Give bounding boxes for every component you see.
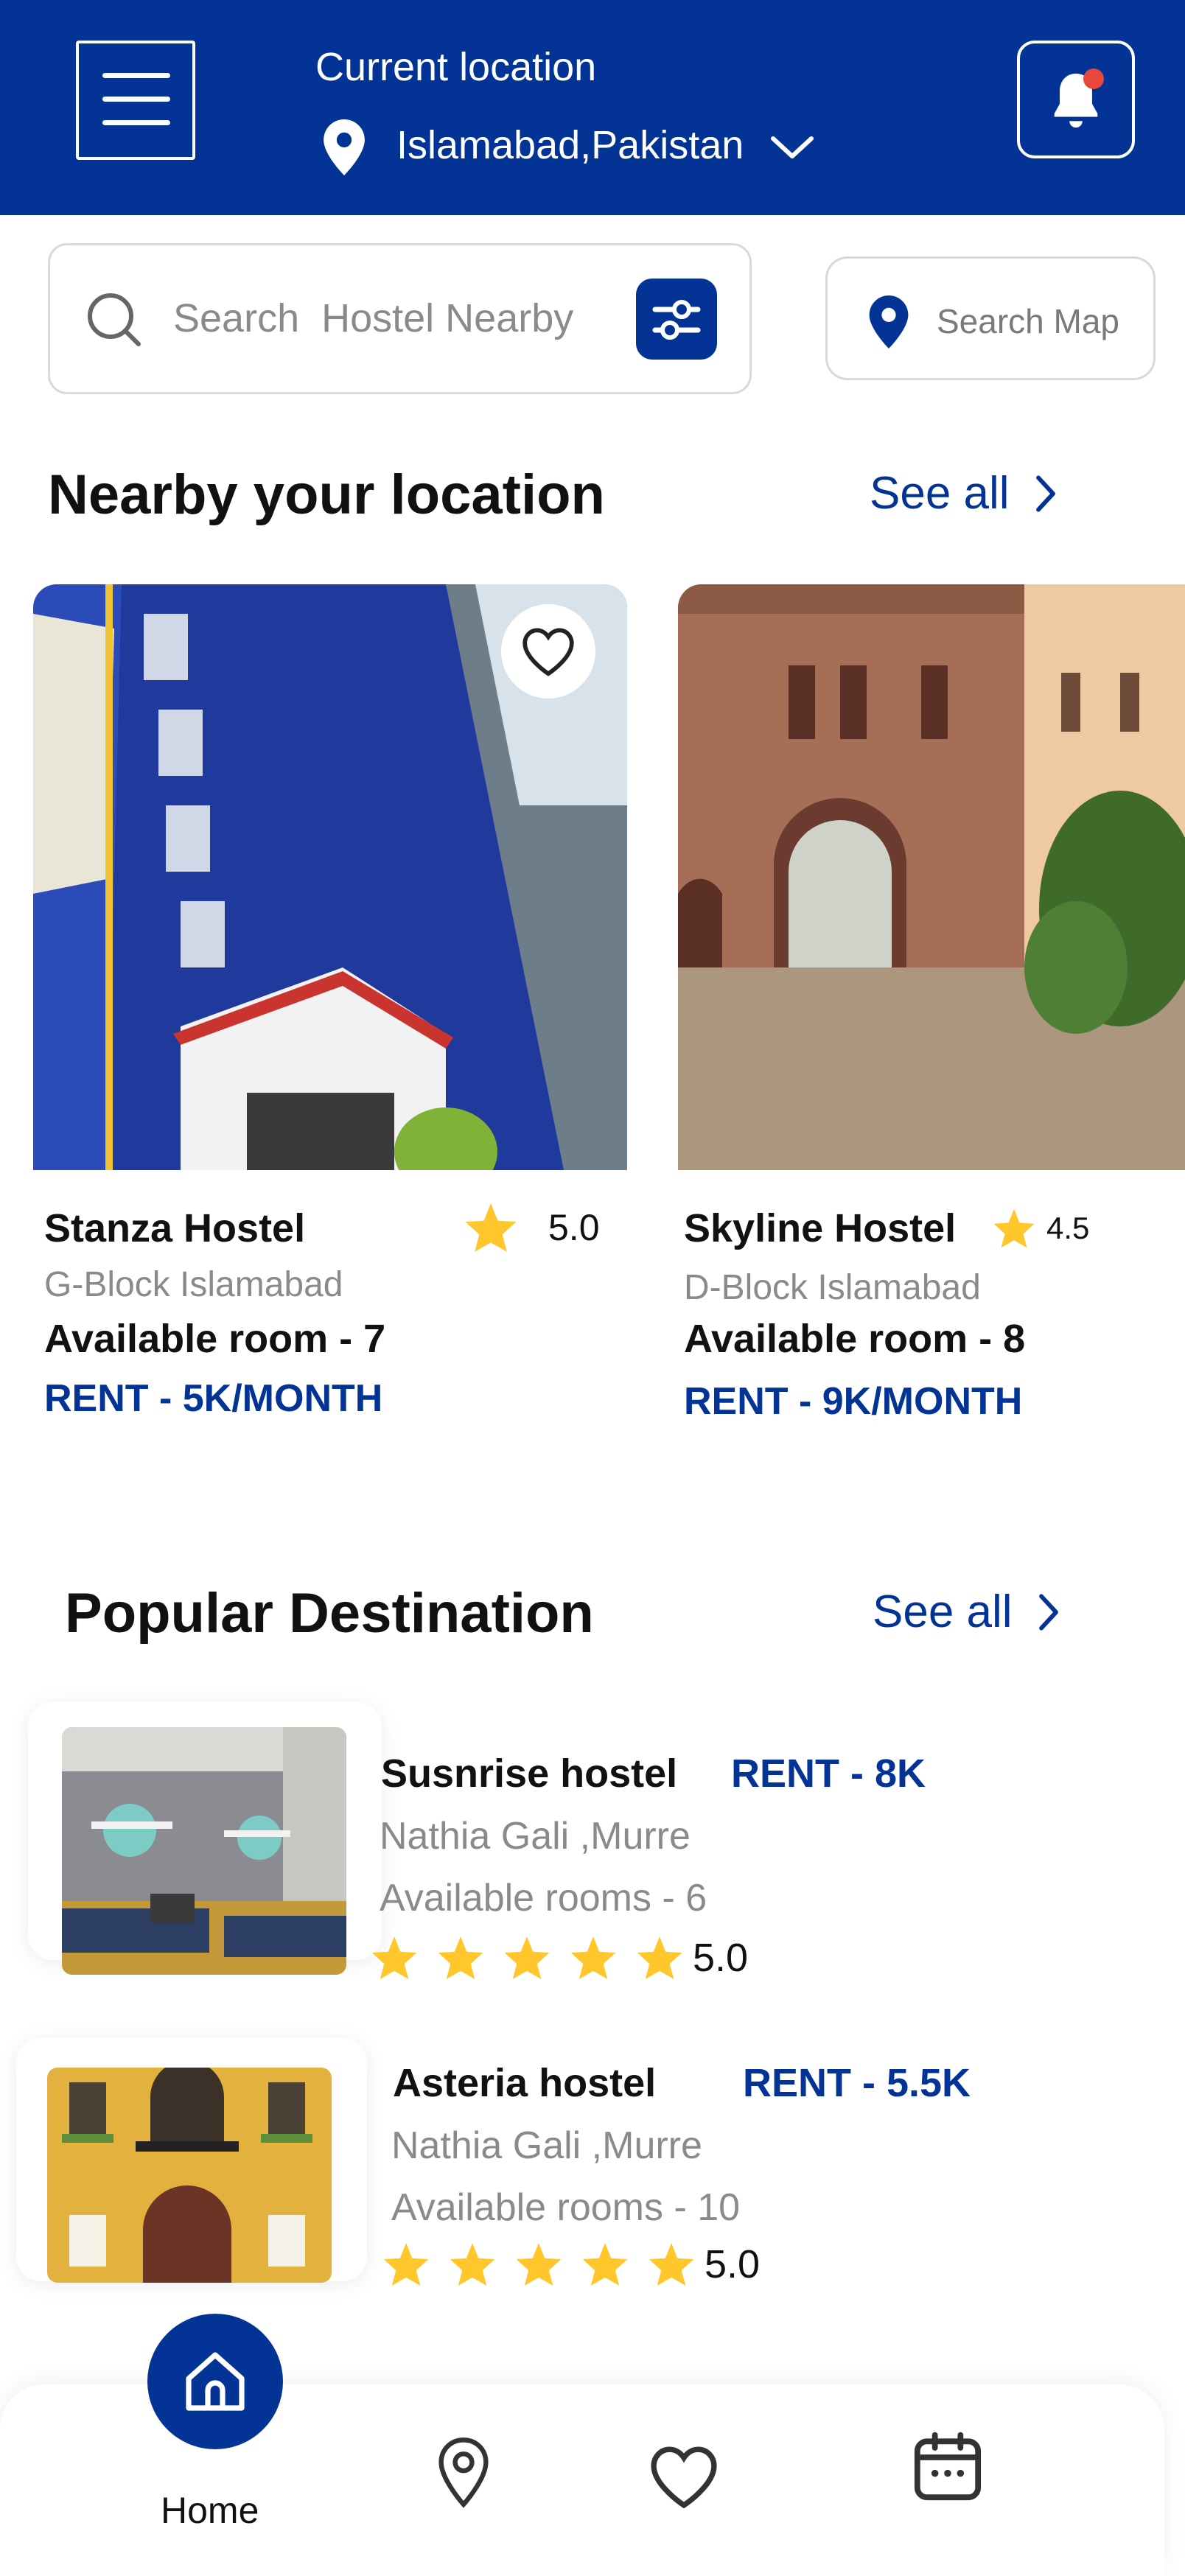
hostel-available-rooms: Available room - 8 [684,1317,1026,1361]
star-icon [993,1208,1035,1248]
hostel-name[interactable]: Skyline Hostel [684,1205,956,1251]
popular-section-title: Popular Destination [65,1582,594,1645]
destination-rent: RENT - 8K [731,1751,926,1796]
search-bar[interactable]: Search Hostel Nearby [48,243,752,394]
destination-thumbnail[interactable] [62,1727,346,1975]
destination-available-rooms: Available rooms - 6 [380,1877,707,1919]
favorite-button[interactable] [501,604,595,699]
calendar-icon[interactable] [909,2429,986,2505]
filter-button[interactable] [636,279,717,360]
location-pin-icon[interactable] [430,2436,497,2510]
location-pin-icon [869,295,909,349]
see-all-label: See all [873,1586,1013,1637]
star-icon [438,1936,483,1979]
current-location-label: Current location [315,45,597,89]
current-location-value: Islamabad,Pakistan [396,123,744,167]
hostel-address: G-Block Islamabad [44,1265,343,1304]
see-all-label: See all [870,468,1010,519]
destination-available-rooms: Available rooms - 10 [391,2186,741,2229]
destination-rent: RENT - 5.5K [743,2061,971,2105]
hostel-rating: 5.0 [463,1201,600,1254]
heart-icon[interactable] [647,2443,721,2510]
nearby-see-all-link[interactable]: See all [870,467,1057,519]
destination-rating: 5.0 [382,2240,760,2289]
location-selector[interactable]: Islamabad,Pakistan [321,118,816,177]
notifications-button[interactable] [1017,41,1135,158]
nav-home-button[interactable] [147,2314,283,2449]
star-icon [637,1936,682,1979]
star-icon [450,2243,495,2286]
chevron-right-icon [1035,475,1055,512]
chevron-down-icon [771,136,814,158]
menu-button[interactable] [76,41,195,160]
star-icon [504,1936,550,1979]
search-input[interactable]: Search Hostel Nearby [173,295,573,341]
heart-icon [522,628,574,676]
hostel-address: D-Block Islamabad [684,1268,981,1307]
rating-value: 5.0 [705,2242,761,2286]
hostel-name[interactable]: Stanza Hostel [44,1205,305,1251]
nearby-section-title: Nearby your location [48,463,605,526]
star-icon [465,1203,517,1252]
rating-value: 5.0 [693,1936,749,1980]
hostel-rating: 4.5 [992,1207,1089,1250]
destination-rating: 5.0 [370,1933,748,1982]
nav-home-label: Home [161,2490,259,2531]
star-icon [570,1936,616,1979]
destination-name[interactable]: Susnrise hostel [381,1751,677,1796]
stone-building-courtyard-photo [678,584,1185,1170]
rating-value: 5.0 [548,1207,600,1248]
search-map-label: Search Map [937,302,1120,340]
destination-thumbnail[interactable] [47,2068,332,2283]
hostel-rent: RENT - 9K/MONTH [684,1380,1023,1423]
chevron-right-icon [1038,1593,1058,1631]
star-icon [371,1936,417,1979]
search-map-button[interactable]: Search Map [825,256,1156,380]
star-icon [649,2243,694,2286]
rating-value: 4.5 [1046,1211,1090,1245]
star-icon [516,2243,562,2286]
search-icon [88,293,141,346]
star-icon [582,2243,628,2286]
home-icon [186,2352,245,2411]
dorm-room-photo [62,1727,346,1975]
sliders-icon [652,300,701,340]
app-header: Current location Islamabad,Pakistan [0,0,1185,215]
hostel-rent: RENT - 5K/MONTH [44,1377,383,1420]
star-icon [383,2243,429,2286]
notification-dot [1083,69,1104,89]
location-pin-icon [324,119,365,175]
yellow-building-photo [47,2068,332,2283]
destination-location: Nathia Gali ,Murre [391,2124,702,2167]
destination-name[interactable]: Asteria hostel [393,2060,656,2106]
destination-location: Nathia Gali ,Murre [380,1815,691,1858]
hostel-card-image[interactable] [678,584,1185,1170]
hostel-available-rooms: Available room - 7 [44,1317,386,1361]
popular-see-all-link[interactable]: See all [873,1586,1060,1638]
